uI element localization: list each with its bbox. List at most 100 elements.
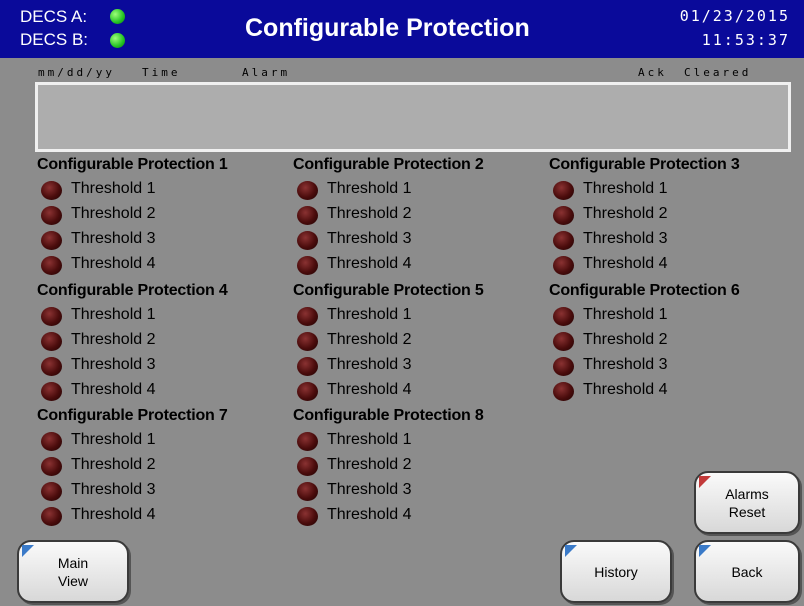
threshold-label: Threshold 4 [327,381,412,398]
threshold-row: Threshold 2 [549,204,804,229]
threshold-indicator-icon [41,307,62,326]
threshold-indicator-icon [553,206,574,225]
threshold-label: Threshold 2 [583,205,668,222]
protection-group-title: Configurable Protection 3 [549,156,740,173]
threshold-row: Threshold 4 [293,505,553,530]
threshold-label: Threshold 4 [583,381,668,398]
threshold-label: Threshold 3 [327,481,412,498]
button-corner-marker [699,545,711,557]
threshold-label: Threshold 4 [71,255,156,272]
threshold-indicator-icon [297,357,318,376]
date-display: 01/23/2015 [679,7,790,25]
threshold-indicator-icon [41,181,62,200]
protection-group-1: Configurable Protection 1 Threshold 1 Thre… [37,155,297,279]
threshold-row: Threshold 3 [549,355,804,380]
threshold-label: Threshold 1 [327,180,412,197]
threshold-row: Threshold 3 [293,480,553,505]
back-button[interactable]: Back [694,540,800,603]
threshold-row: Threshold 4 [37,505,297,530]
decs-b-label: DECS B: [20,30,89,49]
threshold-row: Threshold 2 [37,204,297,229]
threshold-row: Threshold 4 [549,254,804,279]
threshold-indicator-icon [297,482,318,501]
threshold-row: Threshold 1 [549,305,804,330]
protection-group-3: Configurable Protection 3 Threshold 1 Thre… [549,155,804,279]
threshold-indicator-icon [297,507,318,526]
threshold-row: Threshold 1 [293,179,553,204]
time-display: 11:53:37 [701,31,790,49]
alarm-col-time: Time [142,66,181,79]
threshold-indicator-icon [41,507,62,526]
threshold-indicator-icon [41,332,62,351]
button-corner-marker [22,545,34,557]
threshold-indicator-icon [41,382,62,401]
alarms-reset-line1: Alarms [725,485,769,502]
threshold-indicator-icon [553,382,574,401]
threshold-row: Threshold 2 [293,204,553,229]
protection-group-5: Configurable Protection 5 Threshold 1 Thre… [293,281,553,405]
protection-group-6: Configurable Protection 6 Threshold 1 Thre… [549,281,804,405]
threshold-indicator-icon [297,206,318,225]
protection-group-title: Configurable Protection 5 [293,282,484,299]
threshold-label: Threshold 3 [583,230,668,247]
threshold-row: Threshold 4 [293,380,553,405]
threshold-label: Threshold 3 [327,356,412,373]
main-view-button[interactable]: Main View [17,540,129,603]
threshold-row: Threshold 3 [37,229,297,254]
threshold-indicator-icon [553,256,574,275]
decs-a-label: DECS A: [20,7,88,26]
threshold-row: Threshold 3 [293,229,553,254]
alarms-reset-button[interactable]: Alarms Reset [694,471,800,534]
threshold-label: Threshold 2 [71,205,156,222]
protection-group-8: Configurable Protection 8 Threshold 1 Thre… [293,406,553,530]
threshold-row: Threshold 2 [37,455,297,480]
threshold-indicator-icon [297,181,318,200]
alarm-col-date: mm/dd/yy [38,66,115,79]
threshold-row: Threshold 2 [293,455,553,480]
protection-group-title: Configurable Protection 6 [549,282,740,299]
protection-group-4: Configurable Protection 4 Threshold 1 Thre… [37,281,297,405]
threshold-row: Threshold 4 [37,380,297,405]
decs-b-status-led [110,33,125,48]
main-view-line1: Main [57,554,89,571]
threshold-label: Threshold 2 [327,456,412,473]
threshold-label: Threshold 4 [71,381,156,398]
history-label: History [594,563,638,580]
title-bar: DECS A: DECS B: Configurable Protection … [0,0,804,58]
threshold-indicator-icon [297,307,318,326]
protection-group-title: Configurable Protection 1 [37,156,228,173]
threshold-row: Threshold 1 [293,305,553,330]
threshold-label: Threshold 3 [71,230,156,247]
threshold-label: Threshold 3 [71,356,156,373]
threshold-row: Threshold 4 [549,380,804,405]
threshold-indicator-icon [553,332,574,351]
threshold-label: Threshold 2 [327,331,412,348]
threshold-label: Threshold 2 [71,331,156,348]
back-label: Back [731,563,763,580]
threshold-row: Threshold 2 [293,330,553,355]
decs-a-status-led [110,9,125,24]
protection-group-7: Configurable Protection 7 Threshold 1 Thre… [37,406,297,530]
threshold-indicator-icon [41,231,62,250]
threshold-indicator-icon [297,432,318,451]
threshold-label: Threshold 3 [327,230,412,247]
threshold-indicator-icon [297,332,318,351]
threshold-label: Threshold 1 [71,431,156,448]
threshold-row: Threshold 4 [37,254,297,279]
threshold-label: Threshold 1 [71,306,156,323]
threshold-label: Threshold 1 [327,431,412,448]
threshold-indicator-icon [41,432,62,451]
threshold-label: Threshold 4 [71,506,156,523]
alarm-log-list[interactable] [35,82,791,152]
protection-group-title: Configurable Protection 4 [37,282,228,299]
threshold-indicator-icon [41,256,62,275]
threshold-row: Threshold 2 [549,330,804,355]
threshold-label: Threshold 2 [583,331,668,348]
threshold-label: Threshold 4 [327,506,412,523]
button-corner-marker [699,476,711,488]
protection-group-title: Configurable Protection 7 [37,407,228,424]
threshold-indicator-icon [41,357,62,376]
history-button[interactable]: History [560,540,672,603]
threshold-label: Threshold 4 [327,255,412,272]
threshold-indicator-icon [41,457,62,476]
